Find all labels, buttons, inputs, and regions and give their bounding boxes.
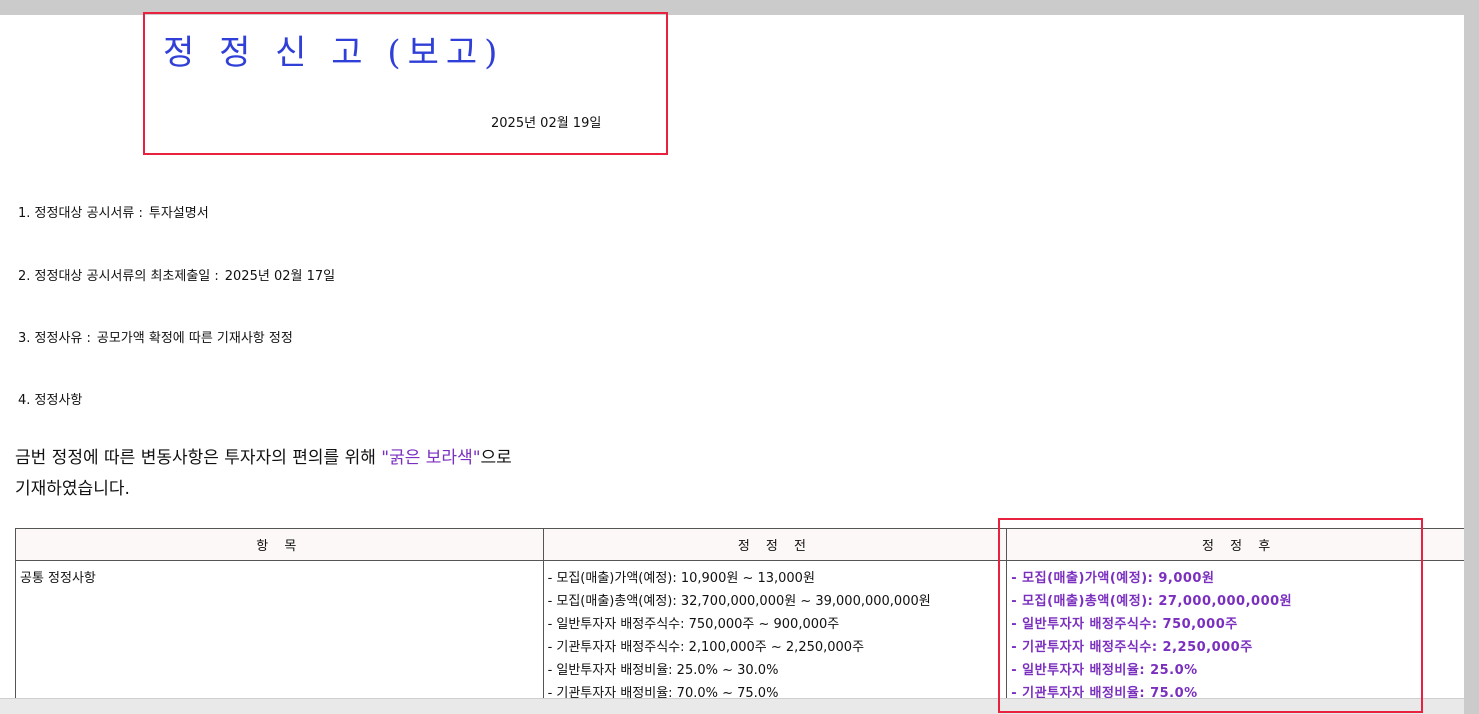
notice-text: 금번 정정에 따른 변동사항은 투자자의 편의를 위해 "굵은 보라색"으로 기… xyxy=(15,443,512,505)
document-page: 정 정 신 고 (보고) 2025년 02월 19일 1. 정정대상 공시서류 … xyxy=(0,15,1464,714)
table-row: 공통 정정사항 - 모집(매출)가액(예정): 10,900원 ~ 13,000… xyxy=(15,560,1464,712)
horizontal-scrollbar[interactable] xyxy=(0,698,1464,714)
header-after: 정 정 후 xyxy=(1006,528,1464,561)
header-before: 정 정 전 xyxy=(542,528,1008,561)
after-line: - 기관투자자 배정주식수: 2,250,000주 xyxy=(1011,640,1253,655)
after-line: - 모집(매출)총액(예정): 27,000,000,000원 xyxy=(1011,594,1293,609)
document-title: 정 정 신 고 (보고) xyxy=(163,33,505,73)
item-correction-details: 4. 정정사항 xyxy=(18,389,82,408)
item-value: 공모가액 확정에 따른 기재사항 정정 xyxy=(96,331,293,346)
after-line: - 일반투자자 배정비율: 25.0% xyxy=(1011,663,1198,678)
notice-part-2: 으로 xyxy=(480,448,512,468)
item-label: 4. 정정사항 xyxy=(18,393,83,408)
before-line: - 일반투자자 배정비율: 25.0% ~ 30.0% xyxy=(547,663,779,678)
item-value: 투자설명서 xyxy=(148,206,209,221)
item-first-filing-date: 2. 정정대상 공시서류의 최초제출일 : 2025년 02월 17일 xyxy=(18,265,335,284)
after-line: - 일반투자자 배정주식수: 750,000주 xyxy=(1011,617,1238,632)
before-line: - 기관투자자 배정주식수: 2,100,000주 ~ 2,250,000주 xyxy=(547,640,865,655)
header-item: 항 목 xyxy=(15,528,544,561)
after-line: - 모집(매출)가액(예정): 9,000원 xyxy=(1011,571,1215,586)
item-document-type: 1. 정정대상 공시서류 : 투자설명서 xyxy=(18,202,209,221)
notice-highlight: "굵은 보라색" xyxy=(381,448,481,468)
vertical-scrollbar[interactable] xyxy=(1464,0,1479,714)
item-correction-reason: 3. 정정사유 : 공모가액 확정에 따른 기재사항 정정 xyxy=(18,327,293,346)
before-cell: - 모집(매출)가액(예정): 10,900원 ~ 13,000원 - 모집(매… xyxy=(542,560,1008,712)
before-line: - 일반투자자 배정주식수: 750,000주 ~ 900,000주 xyxy=(547,617,840,632)
item-label: 3. 정정사유 : xyxy=(18,331,91,346)
correction-table: 항 목 정 정 전 정 정 후 공통 정정사항 - 모집(매출)가액(예정): … xyxy=(15,528,1464,712)
before-line: - 모집(매출)가액(예정): 10,900원 ~ 13,000원 xyxy=(547,571,815,586)
row-item-label: 공통 정정사항 xyxy=(20,571,96,586)
item-value: 2025년 02월 17일 xyxy=(224,269,336,284)
item-label: 2. 정정대상 공시서류의 최초제출일 : xyxy=(18,269,219,284)
notice-line-1: 금번 정정에 따른 변동사항은 투자자의 편의를 위해 "굵은 보라색"으로 xyxy=(15,443,512,474)
after-cell: - 모집(매출)가액(예정): 9,000원 - 모집(매출)총액(예정): 2… xyxy=(1006,560,1464,712)
report-date: 2025년 02월 19일 xyxy=(491,116,602,131)
notice-part-1: 금번 정정에 따른 변동사항은 투자자의 편의를 위해 xyxy=(15,448,382,468)
before-line: - 모집(매출)총액(예정): 32,700,000,000원 ~ 39,000… xyxy=(547,594,931,609)
row-item-cell: 공통 정정사항 xyxy=(15,560,544,712)
notice-line-2: 기재하였습니다. xyxy=(15,479,130,499)
table-header-row: 항 목 정 정 전 정 정 후 xyxy=(15,528,1464,561)
item-label: 1. 정정대상 공시서류 : xyxy=(18,206,143,221)
